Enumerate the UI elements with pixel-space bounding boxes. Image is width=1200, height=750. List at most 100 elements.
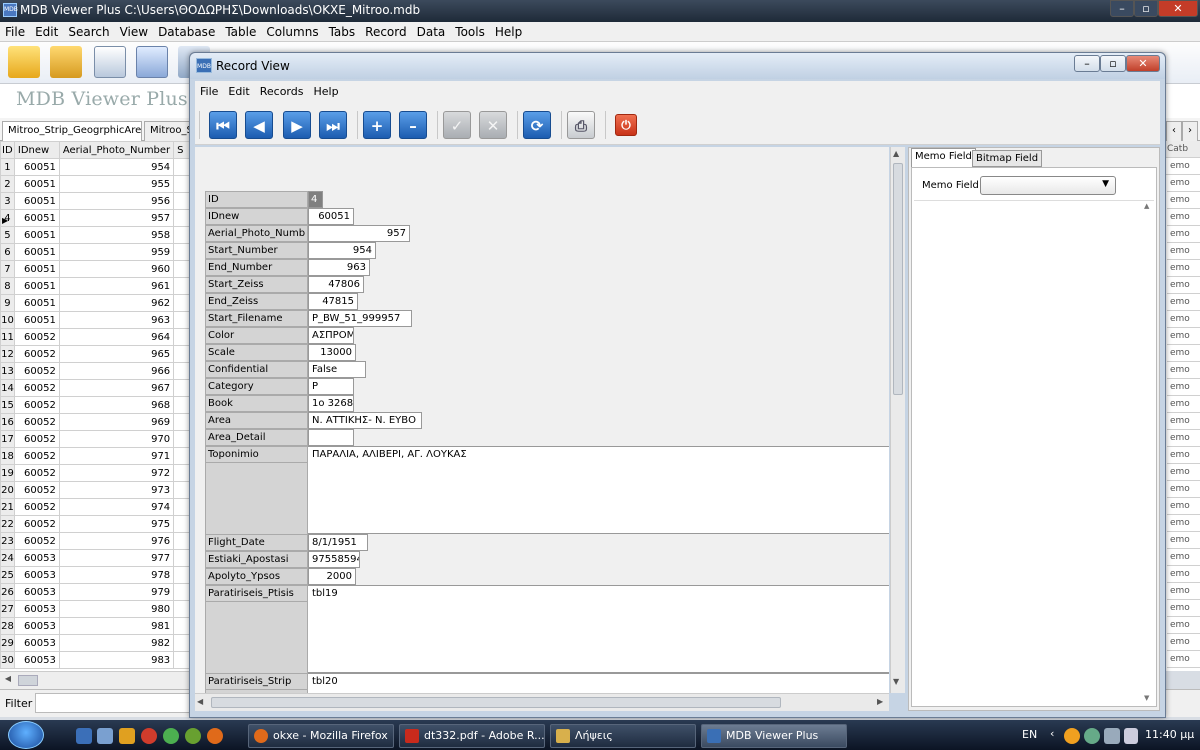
idnew-cell[interactable]: 60051 [13,226,60,244]
idnew-cell[interactable]: 60052 [13,413,60,431]
row-id-cell[interactable]: 12 [0,345,15,363]
row-id-cell[interactable]: 26 [0,583,15,601]
idnew-cell[interactable]: 60052 [13,379,60,397]
field-book[interactable]: 1ο 3268 [308,395,354,412]
menu-view[interactable]: View [115,22,153,42]
field-aerial-photo-number[interactable]: 957 [308,225,410,242]
table-row[interactable]: 12 60052 965 [0,345,192,363]
field-confidential[interactable]: False [308,361,366,378]
aerial-photo-number-cell[interactable]: 971 [58,447,175,465]
idnew-cell[interactable]: 60052 [13,345,60,363]
idnew-cell[interactable]: 60053 [13,600,60,618]
idnew-cell[interactable]: 60052 [13,362,60,380]
row-id-cell[interactable]: 3 [0,192,15,210]
rv-menu-records[interactable]: Records [255,81,309,103]
aerial-photo-number-cell[interactable]: 958 [58,226,175,244]
add-record-icon[interactable]: + [363,111,391,139]
aerial-photo-number-cell[interactable]: 976 [58,532,175,550]
table-row[interactable]: 9 60051 962 [0,294,192,312]
table-row[interactable]: 28 60053 981 [0,617,192,635]
minimize-button[interactable]: – [1110,0,1134,17]
table-row[interactable]: 17 60052 970 [0,430,192,448]
right-column-cell[interactable]: emo [1167,226,1200,243]
field-flight-date[interactable]: 8/1/1951 [308,534,368,551]
table-row[interactable]: 22 60052 975 [0,515,192,533]
right-column-cell[interactable]: emo [1167,192,1200,209]
field-apolyto-ypsos[interactable]: 2000 [308,568,356,585]
aerial-photo-number-cell[interactable]: 959 [58,243,175,261]
exit-icon[interactable]: ⏻ [615,114,637,136]
menu-data[interactable]: Data [412,22,451,42]
column-header-idnew[interactable]: IDnew [13,141,60,159]
refresh-folder-icon[interactable] [50,46,82,78]
menu-edit[interactable]: Edit [30,22,63,42]
right-column-cell[interactable]: emo [1167,277,1200,294]
table-row[interactable]: 15 60052 968 [0,396,192,414]
utorrent-icon[interactable] [185,728,201,744]
table-row[interactable]: 2 60051 955 [0,175,192,193]
idnew-cell[interactable]: 60052 [13,430,60,448]
form-hscroll-thumb[interactable] [211,697,781,708]
table-row[interactable]: 30 60053 983 [0,651,192,669]
idnew-cell[interactable]: 60051 [13,260,60,278]
field-start-zeiss[interactable]: 47806 [308,276,364,293]
menu-search[interactable]: Search [63,22,114,42]
right-column-cell[interactable]: emo [1167,345,1200,362]
right-column-cell[interactable]: emo [1167,209,1200,226]
aerial-photo-number-cell[interactable]: 977 [58,549,175,567]
right-column-cell[interactable]: emo [1167,498,1200,515]
idnew-cell[interactable]: 60051 [13,158,60,176]
field-end-zeiss[interactable]: 47815 [308,293,358,310]
tab-scroll-right-icon[interactable]: › [1182,121,1198,141]
table-view-icon[interactable] [94,46,126,78]
table-row[interactable]: 21 60052 974 [0,498,192,516]
form-scroll-left-icon[interactable]: ◀ [197,697,203,706]
menu-record[interactable]: Record [360,22,411,42]
right-column-cell[interactable]: emo [1167,532,1200,549]
table-row[interactable]: 24 60053 977 [0,549,192,567]
table-row[interactable]: ▶ 4 60051 957 [0,209,192,227]
row-id-cell[interactable]: 17 [0,430,15,448]
right-column-cell[interactable]: emo [1167,362,1200,379]
right-column-cell[interactable]: emo [1167,294,1200,311]
idnew-cell[interactable]: 60053 [13,549,60,567]
row-id-cell[interactable]: 9 [0,294,15,312]
task-downloads[interactable]: Λήψεις [550,724,696,748]
firefox-quicklaunch-icon[interactable] [207,728,223,744]
row-id-cell[interactable]: 1 [0,158,15,176]
show-desktop-icon[interactable] [76,728,92,744]
idnew-cell[interactable]: 60052 [13,447,60,465]
field-paratiriseis-ptisis[interactable]: tbl19 [308,585,889,673]
right-column-cell[interactable]: emo [1167,430,1200,447]
aerial-photo-number-cell[interactable]: 963 [58,311,175,329]
aerial-photo-number-cell[interactable]: 972 [58,464,175,482]
field-paratiriseis-strip[interactable]: tbl20 [308,673,889,693]
field-color[interactable]: ΑΣΠΡΟΜ [308,327,354,344]
idnew-cell[interactable]: 60053 [13,634,60,652]
field-start-number[interactable]: 954 [308,242,376,259]
rv-menu-edit[interactable]: Edit [223,81,254,103]
rv-menu-file[interactable]: File [195,81,223,103]
print-icon[interactable]: ⎙ [567,111,595,139]
field-end-number[interactable]: 963 [308,259,370,276]
right-column-cell[interactable]: emo [1167,634,1200,651]
field-start-filename[interactable]: P_BW_51_999957 [308,310,412,327]
right-column-cell[interactable]: emo [1167,447,1200,464]
idnew-cell[interactable]: 60052 [13,328,60,346]
tray-app-icon[interactable] [1064,728,1080,744]
aerial-photo-number-cell[interactable]: 962 [58,294,175,312]
table-row[interactable]: 7 60051 960 [0,260,192,278]
form-horizontal-scrollbar[interactable]: ◀ ▶ [195,693,889,711]
table-row[interactable]: 19 60052 972 [0,464,192,482]
idnew-cell[interactable]: 60053 [13,617,60,635]
table-row[interactable]: 6 60051 959 [0,243,192,261]
next-record-icon[interactable]: ▶ [283,111,311,139]
table-row[interactable]: 1 60051 954 [0,158,192,176]
aerial-photo-number-cell[interactable]: 954 [58,158,175,176]
idnew-cell[interactable]: 60051 [13,277,60,295]
idnew-cell[interactable]: 60052 [13,515,60,533]
row-id-cell[interactable]: 16 [0,413,15,431]
right-column-cell[interactable]: emo [1167,600,1200,617]
table-row[interactable]: 16 60052 969 [0,413,192,431]
tab-memo-field[interactable]: Memo Field [911,148,976,167]
